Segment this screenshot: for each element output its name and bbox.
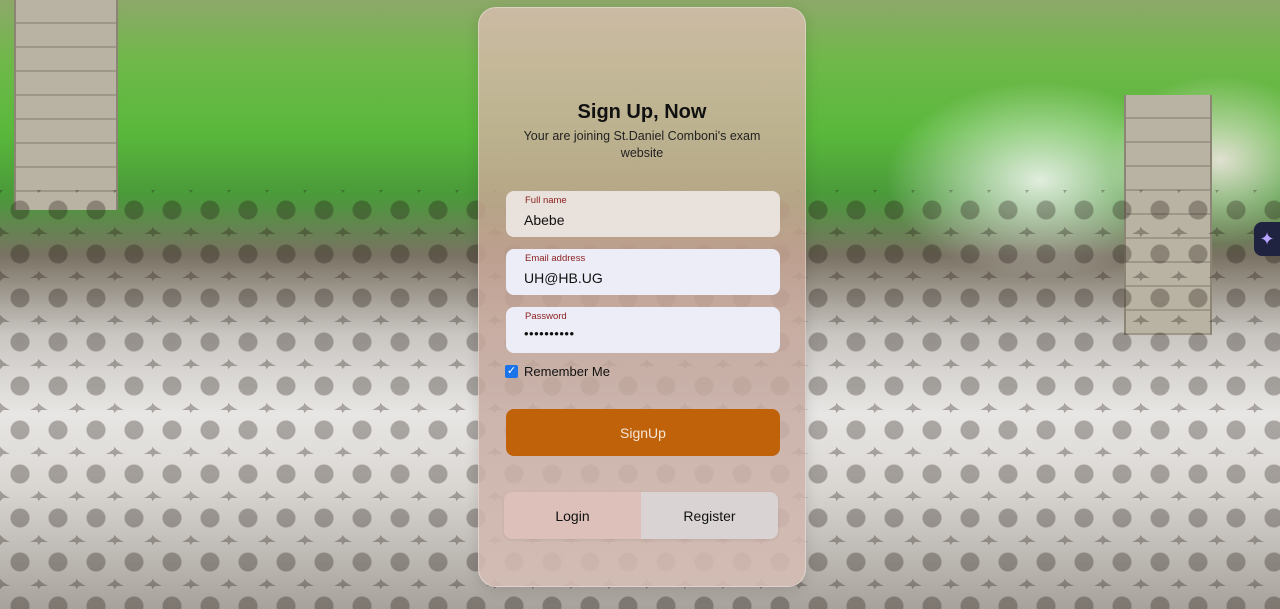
password-label: Password [525, 311, 567, 322]
full-name-label: Full name [525, 195, 567, 206]
signup-card: Sign Up, Now Your are joining St.Daniel … [478, 7, 806, 587]
email-input[interactable] [524, 268, 764, 288]
full-name-input[interactable] [524, 210, 764, 230]
email-field[interactable]: Email address [506, 249, 780, 295]
remember-checkbox[interactable]: ✓ [505, 365, 518, 378]
register-tab[interactable]: Register [641, 492, 778, 539]
sparkle-icon[interactable]: ✦ [1254, 222, 1280, 256]
login-tab[interactable]: Login [504, 492, 641, 539]
full-name-field[interactable]: Full name [506, 191, 780, 237]
password-field[interactable]: Password •••••••••• [506, 307, 780, 353]
auth-toggle: Login Register [504, 492, 778, 539]
password-input[interactable]: •••••••••• [524, 326, 764, 346]
page-subtitle: Your are joining St.Daniel Comboni's exa… [523, 129, 761, 160]
remember-me[interactable]: ✓ Remember Me [505, 364, 610, 379]
background-pillar-left [14, 0, 118, 210]
page-title: Sign Up, Now [577, 101, 707, 123]
signup-button[interactable]: SignUp [506, 409, 780, 456]
remember-label: Remember Me [524, 364, 610, 379]
email-label: Email address [525, 253, 586, 264]
